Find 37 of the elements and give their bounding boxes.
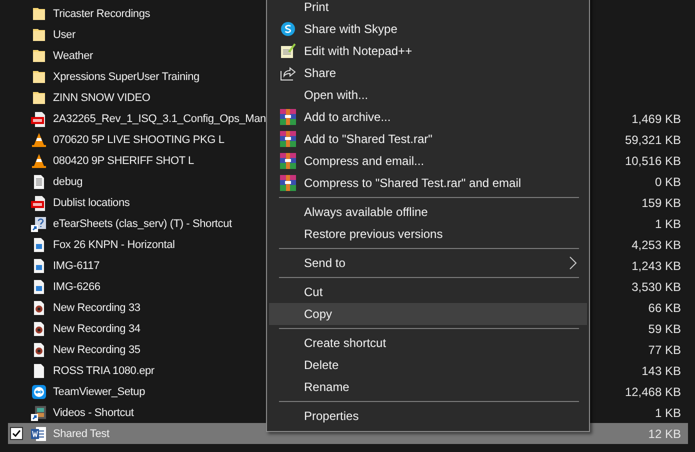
file-size: 159 KB	[642, 196, 681, 210]
file-name: TeamViewer_Setup	[53, 386, 145, 398]
file-name: New Recording 34	[53, 322, 140, 334]
file-size: 0 KB	[654, 174, 681, 188]
file-size: 59 KB	[648, 322, 681, 336]
file-name: Weather	[53, 50, 93, 62]
file-size: 1 KB	[654, 216, 681, 230]
file-name: IMG-6117	[53, 260, 100, 272]
file-name: eTearSheets (clas_serv) (T) - Shortcut	[53, 218, 232, 230]
file-name: ZINN SNOW VIDEO	[53, 92, 150, 104]
file-size: 12 KB	[648, 426, 681, 440]
file-name: Tricaster Recordings	[53, 8, 150, 20]
file-size: 4,253 KB	[632, 238, 681, 252]
file-name: debug	[53, 176, 83, 188]
file-size: 1 KB	[654, 406, 681, 420]
file-size: 3,530 KB	[632, 280, 681, 294]
file-name: New Recording 35	[53, 344, 140, 356]
file-name: Shared Test	[53, 428, 110, 440]
file-size: 66 KB	[648, 300, 681, 314]
file-name: 2A32265_Rev_1_ISQ_3.1_Config_Ops_Man	[53, 112, 266, 124]
file-name: ROSS TRIA 1080.epr	[53, 364, 154, 376]
file-size: 1,469 KB	[632, 112, 681, 126]
file-size: 77 KB	[648, 342, 681, 356]
file-name: User	[53, 28, 76, 40]
file-size: 1,243 KB	[632, 258, 681, 272]
file-size: 143 KB	[642, 364, 681, 378]
file-name: New Recording 33	[53, 302, 140, 314]
file-name: IMG-6266	[53, 280, 100, 292]
file-size: 59,321 KB	[624, 132, 681, 146]
file-size: 12,468 KB	[624, 384, 681, 398]
file-name: Xpressions SuperUser Training	[53, 70, 200, 82]
file-name: Videos - Shortcut	[53, 406, 134, 418]
file-size: 10,516 KB	[624, 154, 681, 168]
file-name: 080420 9P SHERIFF SHOT L	[53, 154, 194, 166]
file-name: Fox 26 KNPN - Horizontal	[53, 238, 175, 250]
file-name: 070620 5P LIVE SHOOTING PKG L	[53, 134, 224, 146]
file-name: Dublist locations	[53, 196, 130, 208]
